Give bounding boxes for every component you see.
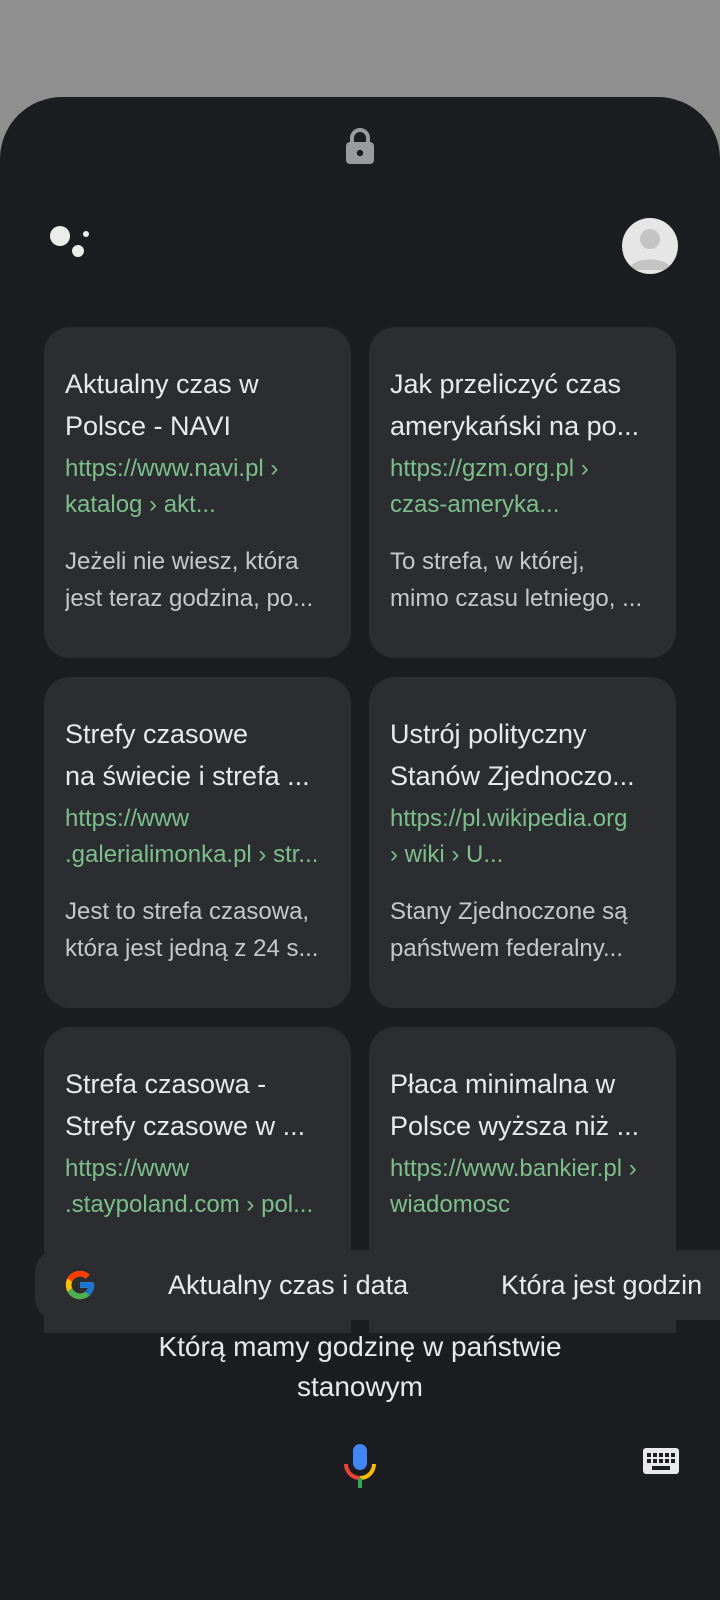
result-snippet: Jeżeli nie wiesz, która jest teraz godzin… xyxy=(65,548,314,612)
result-title: Płaca minimalna w Polsce wyższa niż ... xyxy=(390,1069,640,1141)
result-title: Jak przeliczyć czas amerykański na po... xyxy=(390,369,640,441)
keyboard-icon[interactable] xyxy=(642,1447,680,1477)
result-url: https://www.navi.pl › katalog › akt... xyxy=(65,455,279,518)
result-url: https://www .galerialimonka.pl › str... xyxy=(65,805,319,868)
result-title: Strefa czasowa - Strefy czasowe w ... xyxy=(65,1069,306,1141)
lock-icon xyxy=(346,128,374,164)
result-url: https://www.bankier.pl › wiadomosc xyxy=(390,1155,637,1218)
result-url: https://pl.wikipedia.org › wiki › U... xyxy=(390,805,628,868)
result-snippet: Stany Zjednoczone są państwem federalny..… xyxy=(390,898,628,962)
suggestion-chips: Aktualny czas i data Która jest godzin xyxy=(35,1250,720,1320)
result-url: https://gzm.org.pl › czas-ameryka... xyxy=(390,455,589,518)
account-avatar[interactable] xyxy=(622,218,678,274)
suggestion-chip[interactable]: Aktualny czas i data xyxy=(140,1250,459,1320)
query-line: stanowym xyxy=(296,1371,424,1402)
google-search-chip[interactable] xyxy=(35,1250,126,1320)
suggestion-chip[interactable]: Która jest godzin xyxy=(473,1250,720,1320)
google-assistant-icon[interactable] xyxy=(48,225,92,265)
search-results-grid: Aktualny czas w Polsce - NAVI https://www… xyxy=(44,327,676,1333)
result-card[interactable]: Strefy czasowe na świecie i strefa ... ht… xyxy=(44,677,351,1008)
result-title: Aktualny czas w Polsce - NAVI xyxy=(65,369,259,441)
assistant-sheet: Aktualny czas w Polsce - NAVI https://www… xyxy=(0,97,720,1600)
spoken-query: Którą mamy godzinę w państwie stanowym xyxy=(60,1327,660,1407)
result-url: https://www .staypoland.com › pol... xyxy=(65,1155,314,1218)
result-snippet: To strefa, w której, mimo czasu letniego,… xyxy=(390,548,643,612)
result-card[interactable]: Jak przeliczyć czas amerykański na po... … xyxy=(369,327,676,658)
result-title: Ustrój polityczny Stanów Zjednoczo... xyxy=(390,719,635,791)
person-icon xyxy=(628,229,672,270)
microphone-icon[interactable] xyxy=(342,1442,378,1490)
google-g-icon xyxy=(65,1270,95,1300)
result-card[interactable]: Ustrój polityczny Stanów Zjednoczo... htt… xyxy=(369,677,676,1008)
result-title: Strefy czasowe na świecie i strefa ... xyxy=(65,719,310,791)
query-line: Którą mamy godzinę w państwie xyxy=(158,1331,562,1362)
result-snippet: Jest to strefa czasowa, która jest jedną … xyxy=(65,898,319,962)
result-card[interactable]: Aktualny czas w Polsce - NAVI https://www… xyxy=(44,327,351,658)
